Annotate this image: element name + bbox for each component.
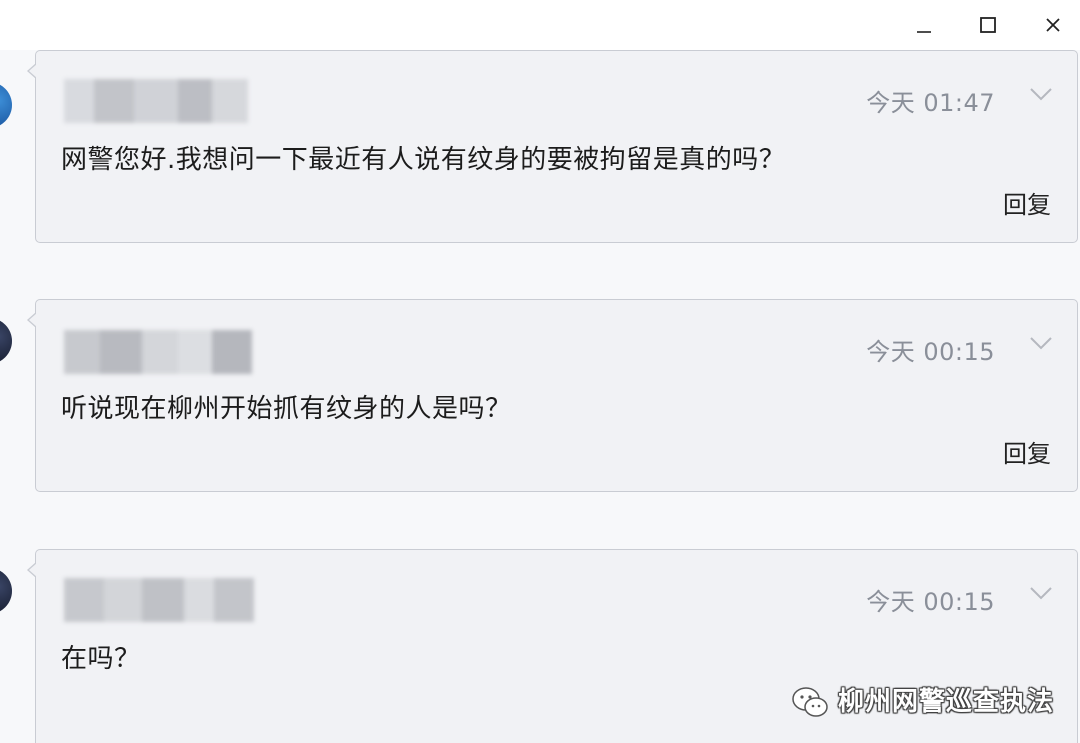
title-bar (0, 0, 1080, 50)
chevron-down-icon[interactable] (1029, 336, 1053, 350)
minimize-button[interactable] (907, 8, 941, 42)
message-window: 今天 01:47 网警您好.我想问一下最近有人说有纹身的要被拘留是真的吗？ 回复… (0, 0, 1080, 743)
close-icon (1046, 18, 1060, 32)
message-text: 在吗？ (61, 644, 141, 674)
message-time: 今天 00:15 (866, 588, 995, 616)
reply-button[interactable]: 回复 (1003, 185, 1051, 220)
bubble-tail (27, 312, 37, 328)
watermark-text: 柳州网警巡查执法 (838, 686, 1055, 717)
minimize-icon (917, 31, 931, 33)
maximize-icon (980, 17, 996, 33)
message-card: 今天 01:47 网警您好.我想问一下最近有人说有纹身的要被拘留是真的吗？ 回复 (27, 50, 1078, 243)
message-text: 网警您好.我想问一下最近有人说有纹身的要被拘留是真的吗？ (61, 145, 786, 175)
avatar[interactable] (0, 82, 12, 128)
avatar[interactable] (0, 568, 12, 614)
reply-button[interactable]: 回复 (1003, 434, 1051, 469)
avatar[interactable] (0, 318, 12, 364)
bubble-tail (27, 63, 37, 79)
message-text: 听说现在柳州开始抓有纹身的人是吗？ (61, 394, 512, 424)
wechat-icon (792, 687, 828, 717)
close-button[interactable] (1036, 8, 1070, 42)
message-time: 今天 01:47 (866, 89, 995, 117)
chevron-down-icon[interactable] (1029, 586, 1053, 600)
message-card: 今天 00:15 听说现在柳州开始抓有纹身的人是吗？ 回复 (27, 299, 1078, 492)
blurred-username (64, 330, 252, 374)
bubble-tail (27, 562, 37, 578)
blurred-username (64, 79, 248, 123)
watermark: 柳州网警巡查执法 (790, 672, 1054, 732)
maximize-button[interactable] (971, 8, 1005, 42)
blurred-username (64, 578, 254, 622)
message-time: 今天 00:15 (866, 338, 995, 366)
chevron-down-icon[interactable] (1029, 87, 1053, 101)
